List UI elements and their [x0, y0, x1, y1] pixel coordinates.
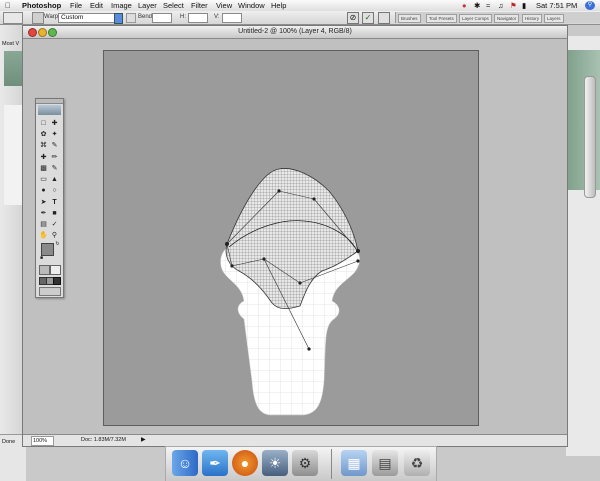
- lasso-tool-icon[interactable]: ✿: [39, 130, 48, 139]
- default-colors-icon[interactable]: ■: [37, 254, 46, 263]
- commit-transform-icon[interactable]: ✓: [362, 12, 374, 24]
- bluetooth-icon[interactable]: ✱: [474, 0, 480, 11]
- shape-tool-icon[interactable]: ■: [50, 209, 59, 218]
- warp-grid-icon[interactable]: [32, 12, 44, 24]
- menu-layer[interactable]: Layer: [138, 0, 157, 11]
- dodge-tool-icon[interactable]: ○: [50, 186, 59, 195]
- v-field[interactable]: [222, 13, 242, 23]
- status-app-icon[interactable]: ●: [462, 0, 467, 11]
- path-selection-tool-icon[interactable]: ➤: [39, 198, 48, 207]
- app-icon[interactable]: ⚙: [292, 450, 318, 476]
- status-menu-arrow-icon[interactable]: ▶: [141, 435, 146, 446]
- menu-image[interactable]: Image: [111, 0, 132, 11]
- eyedropper-tool-icon[interactable]: ✓: [50, 220, 59, 229]
- wifi-icon[interactable]: ≈: [486, 0, 490, 11]
- tab-history[interactable]: History: [522, 14, 543, 23]
- folder-icon[interactable]: ▦: [341, 450, 367, 476]
- jump-to-imageready-icon[interactable]: [39, 287, 61, 296]
- history-brush-tool-icon[interactable]: ✎: [50, 164, 59, 173]
- gradient-tool-icon[interactable]: ▲: [50, 175, 59, 184]
- tool-preset-picker[interactable]: [3, 12, 23, 24]
- type-tool-icon[interactable]: T: [50, 198, 59, 207]
- flag-icon[interactable]: ⚑: [510, 0, 517, 11]
- palette-well: Brushes Tool Presets Layer Comps Navigat…: [395, 12, 600, 23]
- pen-tool-icon[interactable]: ✒: [39, 209, 48, 218]
- hand-tool-icon[interactable]: ✋: [39, 231, 48, 240]
- menubar-clock[interactable]: Sat 7:51 PM: [536, 0, 577, 11]
- cancel-transform-icon[interactable]: ⊘: [347, 12, 359, 24]
- clone-stamp-tool-icon[interactable]: ▩: [39, 164, 48, 173]
- canvas[interactable]: [103, 50, 479, 426]
- magic-wand-tool-icon[interactable]: ✦: [50, 130, 59, 139]
- standard-mode-icon[interactable]: [39, 265, 50, 275]
- warp-artwork[interactable]: [104, 51, 478, 425]
- move-tool-icon[interactable]: ✚: [50, 119, 59, 128]
- tools-palette: □ ✚ ✿ ✦ ⌘ ✎ ✚ ✏ ▩ ✎ ▭ ▲ ● ○ ➤ T ✒ ■ ▤ ✓ …: [35, 98, 64, 298]
- v-label: V:: [214, 14, 220, 20]
- feather-app-icon[interactable]: ✒: [202, 450, 228, 476]
- document-statusbar: 100% Doc: 1.83M/7.32M ▶: [23, 434, 567, 446]
- background-window-text: Most V: [2, 41, 20, 47]
- zoom-tool-icon[interactable]: ⚲: [50, 231, 59, 240]
- background-window-list: [4, 105, 22, 205]
- bend-field[interactable]: [152, 13, 172, 23]
- document-window: Untitled-2 @ 100% (Layer 4, RGB/8) 100% …: [22, 25, 568, 447]
- screen-mode-full-icon[interactable]: [53, 277, 61, 285]
- menu-view[interactable]: View: [216, 0, 232, 11]
- apple-icon[interactable]: : [5, 0, 11, 11]
- blur-tool-icon[interactable]: ●: [39, 186, 48, 195]
- photo-app-icon[interactable]: ☀: [262, 450, 288, 476]
- warp-style-select[interactable]: Custom: [58, 13, 120, 23]
- swap-colors-icon[interactable]: ↻: [53, 240, 62, 249]
- tab-navigator[interactable]: Navigator: [494, 14, 520, 23]
- warp-dropdown-arrow-icon[interactable]: [114, 13, 123, 24]
- document-titlebar[interactable]: Untitled-2 @ 100% (Layer 4, RGB/8): [23, 26, 567, 39]
- canvas-area[interactable]: [23, 39, 567, 434]
- h-label: H:: [180, 14, 186, 20]
- adobe-feather-icon[interactable]: [38, 105, 61, 115]
- options-bar: Warp: Custom Bend: H: V: ⊘ ✓ Brushes Too…: [0, 11, 600, 25]
- menu-window[interactable]: Window: [238, 0, 265, 11]
- background-window-scrollbar[interactable]: [584, 76, 596, 198]
- menu-app-name[interactable]: Photoshop: [22, 0, 61, 11]
- warp-orientation-icon[interactable]: [126, 13, 136, 23]
- tab-brushes[interactable]: Brushes: [398, 14, 421, 23]
- document-title: Untitled-2 @ 100% (Layer 4, RGB/8): [238, 28, 352, 35]
- dock: ☺ ✒ ● ☀ ⚙ ▦ ▤ ♻: [165, 446, 437, 481]
- h-field[interactable]: [188, 13, 208, 23]
- background-window-status: Done: [2, 439, 16, 445]
- tab-tool-presets[interactable]: Tool Presets: [426, 14, 457, 23]
- menu-filter[interactable]: Filter: [191, 0, 208, 11]
- doc-size-info[interactable]: Doc: 1.83M/7.32M: [81, 435, 126, 446]
- document-icon[interactable]: ▤: [372, 450, 398, 476]
- tab-layers[interactable]: Layers: [544, 14, 564, 23]
- menu-select[interactable]: Select: [163, 0, 184, 11]
- zoom-field[interactable]: 100%: [31, 436, 54, 446]
- tools-palette-titlebar[interactable]: [36, 99, 63, 104]
- finder-icon[interactable]: ☺: [172, 450, 198, 476]
- crop-tool-icon[interactable]: ⌘: [39, 141, 48, 150]
- background-window-right: [566, 36, 600, 456]
- background-window-panel: [4, 51, 22, 86]
- brush-tool-icon[interactable]: ✏: [50, 153, 59, 162]
- notes-tool-icon[interactable]: ▤: [39, 220, 48, 229]
- healing-brush-tool-icon[interactable]: ✚: [39, 153, 48, 162]
- battery-icon[interactable]: ▮: [522, 0, 526, 11]
- volume-icon[interactable]: ♫: [498, 0, 504, 11]
- menu-file[interactable]: File: [70, 0, 82, 11]
- trash-icon[interactable]: ♻: [404, 450, 430, 476]
- tab-layer-comps[interactable]: Layer Comps: [459, 14, 492, 23]
- quick-mask-mode-icon[interactable]: [50, 265, 61, 275]
- eraser-tool-icon[interactable]: ▭: [39, 175, 48, 184]
- menu-help[interactable]: Help: [271, 0, 286, 11]
- dock-separator: [331, 449, 332, 479]
- firefox-icon[interactable]: ●: [232, 450, 258, 476]
- spotlight-icon[interactable]: ⚲: [585, 1, 595, 10]
- palette-well-icon[interactable]: [378, 12, 390, 24]
- slice-tool-icon[interactable]: ✎: [50, 141, 59, 150]
- menu-edit[interactable]: Edit: [90, 0, 103, 11]
- marquee-tool-icon[interactable]: □: [39, 119, 48, 128]
